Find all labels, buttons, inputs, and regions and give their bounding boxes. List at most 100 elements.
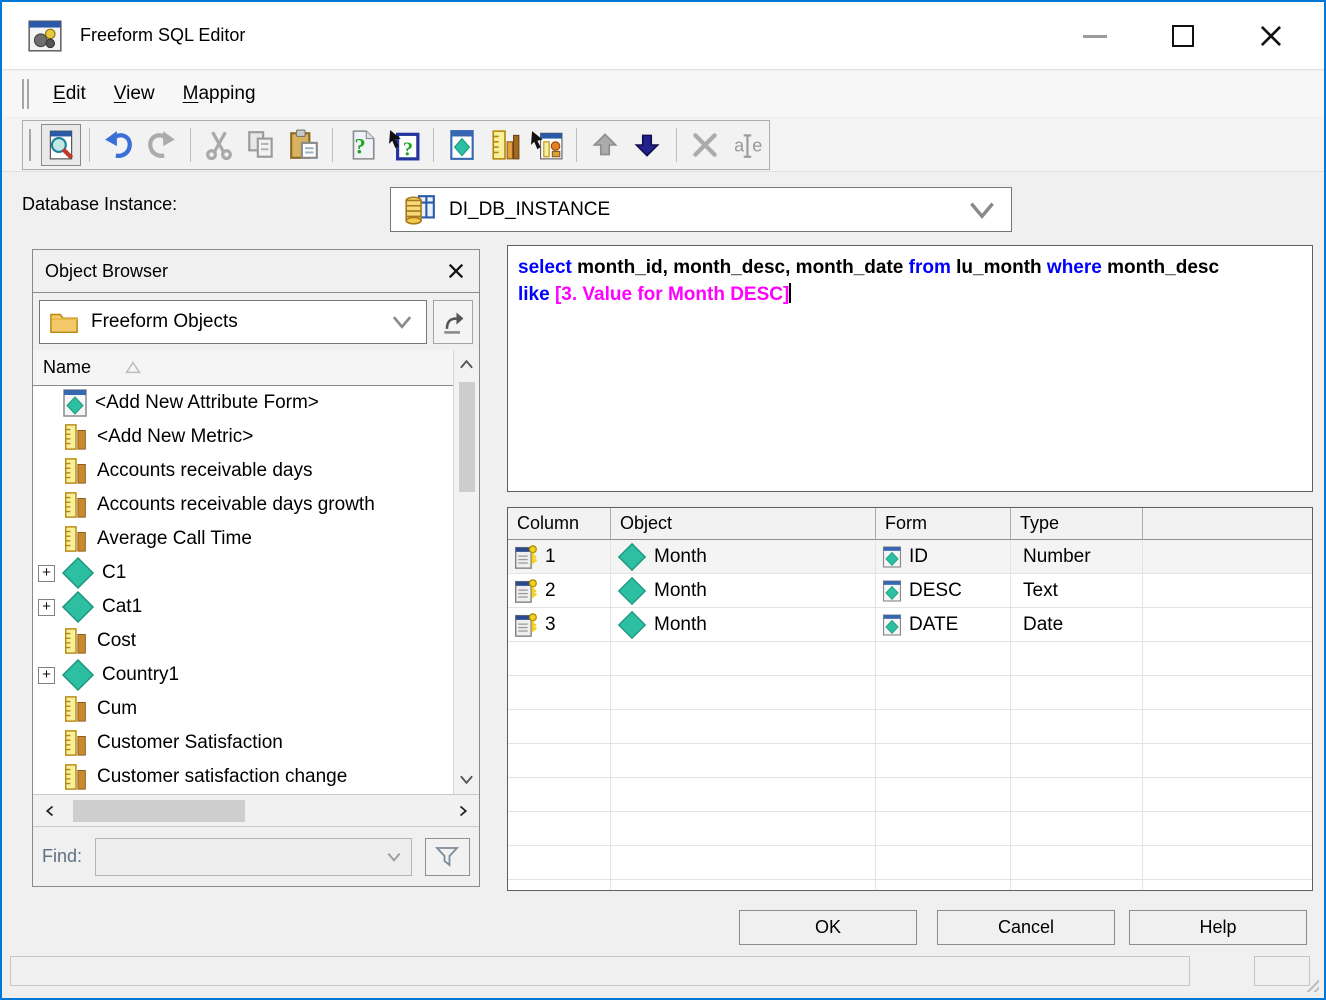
- cancel-button[interactable]: Cancel: [937, 910, 1115, 945]
- up-one-level-icon: [440, 309, 466, 335]
- paste-button[interactable]: [284, 124, 325, 166]
- tree-item[interactable]: Cum: [33, 692, 453, 726]
- tree-item[interactable]: <Add New Metric>: [33, 420, 453, 454]
- minimize-button[interactable]: [1080, 21, 1110, 51]
- chevron-down-icon: [965, 193, 999, 227]
- type-value: Text: [1023, 580, 1058, 602]
- find-label: Find:: [42, 846, 82, 867]
- scroll-right-button[interactable]: [453, 803, 473, 819]
- menu-grip-handle[interactable]: [22, 79, 29, 109]
- grid-empty-row[interactable]: [508, 778, 1312, 812]
- move-down-icon: [631, 129, 663, 161]
- edit-mapping-button[interactable]: [527, 124, 568, 166]
- tree-item[interactable]: Customer satisfaction change: [33, 760, 453, 794]
- grid-empty-cell: [611, 710, 876, 744]
- tree-item[interactable]: Accounts receivable days: [33, 454, 453, 488]
- tree-item[interactable]: +C1: [33, 556, 453, 590]
- attribute-icon: [617, 542, 647, 572]
- delete-icon: [689, 129, 721, 161]
- window-title: Freeform SQL Editor: [80, 25, 245, 46]
- column-mapping-icon: [514, 612, 538, 638]
- horizontal-scrollbar[interactable]: [33, 794, 479, 826]
- horizontal-scrollbar-thumb[interactable]: [73, 800, 245, 822]
- redo-button: [141, 124, 182, 166]
- sql-editor[interactable]: select month_id, month_desc, month_date …: [507, 245, 1313, 492]
- tree-item[interactable]: Accounts receivable days growth: [33, 488, 453, 522]
- database-instance-combobox[interactable]: DI_DB_INSTANCE: [390, 187, 1012, 232]
- move-down-button[interactable]: [627, 124, 668, 166]
- object-browser-close-button[interactable]: [445, 260, 467, 282]
- scroll-down-button[interactable]: [457, 772, 477, 788]
- column-mapping-icon: [514, 578, 538, 604]
- grid-header-object[interactable]: Object: [611, 508, 876, 540]
- close-icon: [1258, 23, 1284, 49]
- prompt-properties-button[interactable]: ?: [384, 124, 425, 166]
- menu-item-view[interactable]: View: [110, 80, 159, 108]
- tree-item[interactable]: Customer Satisfaction: [33, 726, 453, 760]
- grid-row[interactable]: 3MonthDATEDate: [508, 608, 1312, 642]
- grid-cell-filler: [1143, 846, 1312, 880]
- tree-item-label: Accounts receivable days: [97, 460, 312, 482]
- scroll-up-button[interactable]: [457, 356, 477, 372]
- titlebar: Freeform SQL Editor: [2, 2, 1324, 70]
- grid-empty-cell: [508, 880, 611, 891]
- grid-header-type[interactable]: Type: [1011, 508, 1143, 540]
- tree-item[interactable]: <Add New Attribute Form>: [33, 386, 453, 420]
- tree-item[interactable]: Average Call Time: [33, 522, 453, 556]
- find-input[interactable]: [95, 838, 412, 876]
- grid-cell-filler: [1143, 540, 1312, 574]
- name-column-header[interactable]: Name: [33, 350, 453, 386]
- grid-row[interactable]: 1MonthIDNumber: [508, 540, 1312, 574]
- grid-cell-filler: [1143, 778, 1312, 812]
- expand-plus-icon[interactable]: +: [38, 667, 55, 684]
- metric-icon: [62, 729, 90, 757]
- expand-plus-icon[interactable]: +: [38, 565, 55, 582]
- maximize-button[interactable]: [1168, 21, 1198, 51]
- sql-view-button[interactable]: [41, 124, 82, 166]
- attribute-icon: [617, 610, 647, 640]
- edit-mapping-icon: [531, 129, 563, 161]
- toolbar-grip-handle[interactable]: [29, 129, 34, 161]
- chevron-up-icon: [459, 358, 474, 370]
- grid-empty-cell: [1011, 744, 1143, 778]
- up-one-level-button[interactable]: [433, 300, 473, 344]
- grid-empty-cell: [876, 778, 1011, 812]
- add-metric-button[interactable]: [484, 124, 525, 166]
- tree-item-label: Average Call Time: [97, 528, 252, 550]
- grid-empty-row[interactable]: [508, 880, 1312, 891]
- close-button[interactable]: [1256, 21, 1286, 51]
- name-column-header-label: Name: [43, 357, 91, 378]
- grid-header-column[interactable]: Column: [508, 508, 611, 540]
- vertical-scrollbar-thumb[interactable]: [459, 382, 475, 492]
- grid-cell-filler: [1143, 676, 1312, 710]
- insert-prompt-button[interactable]: ?: [341, 124, 382, 166]
- grid-empty-cell: [1011, 880, 1143, 891]
- undo-button[interactable]: [98, 124, 139, 166]
- tree-item[interactable]: +Country1: [33, 658, 453, 692]
- grid-empty-row[interactable]: [508, 846, 1312, 880]
- folder-combobox[interactable]: Freeform Objects: [39, 300, 427, 344]
- help-button[interactable]: Help: [1129, 910, 1307, 945]
- chevron-right-icon: [456, 805, 471, 817]
- tree-item[interactable]: Cost: [33, 624, 453, 658]
- grid-empty-row[interactable]: [508, 642, 1312, 676]
- tree-item[interactable]: +Cat1: [33, 590, 453, 624]
- add-attribute-button[interactable]: [442, 124, 483, 166]
- grid-row[interactable]: 2MonthDESCText: [508, 574, 1312, 608]
- folder-selector-row: Freeform Objects: [33, 293, 479, 350]
- grid-empty-row[interactable]: [508, 676, 1312, 710]
- grid-cell-object: Month: [611, 574, 876, 608]
- find-filter-button[interactable]: [425, 838, 470, 876]
- grid-empty-row[interactable]: [508, 744, 1312, 778]
- grid-header-form[interactable]: Form: [876, 508, 1011, 540]
- vertical-scrollbar[interactable]: [453, 350, 479, 794]
- scroll-left-button[interactable]: [39, 803, 59, 819]
- expand-plus-icon[interactable]: +: [38, 599, 55, 616]
- ok-button[interactable]: OK: [739, 910, 917, 945]
- grid-empty-row[interactable]: [508, 812, 1312, 846]
- grid-empty-row[interactable]: [508, 710, 1312, 744]
- sql-keyword: from: [909, 257, 951, 278]
- menu-item-edit[interactable]: Edit: [49, 80, 90, 108]
- menu-item-mapping[interactable]: Mapping: [179, 80, 260, 108]
- grid-cell-filler: [1143, 812, 1312, 846]
